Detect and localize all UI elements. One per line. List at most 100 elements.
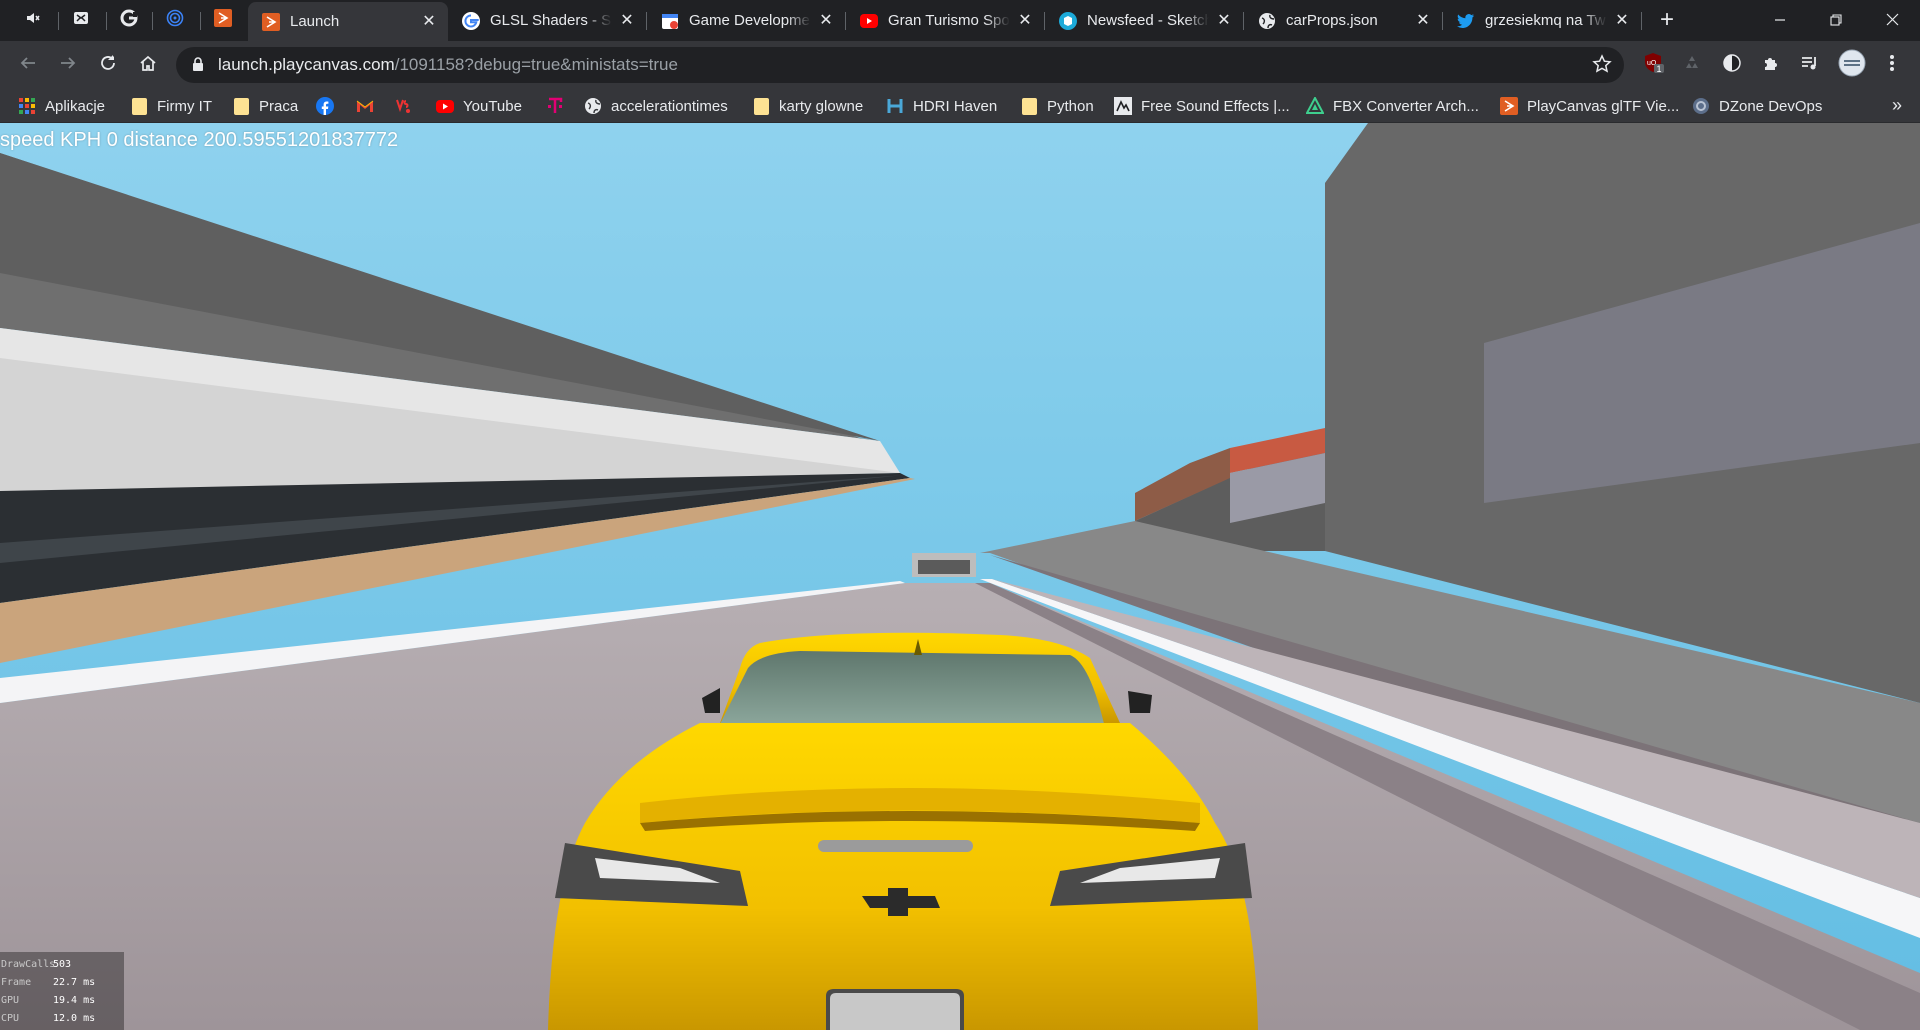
half-circle-icon (1722, 53, 1742, 78)
playcanvas-icon (262, 12, 280, 31)
kebab-menu-icon (1889, 53, 1895, 78)
pinned-tab-google[interactable] (106, 0, 152, 41)
bookmark-playcanvas-gltf-viewer[interactable]: PlayCanvas glTF Vie... (1500, 89, 1679, 123)
bookmark-facebook[interactable] (316, 89, 343, 123)
recycle-extension-button[interactable] (1680, 53, 1704, 77)
pinned-tab-playcanvas[interactable] (200, 0, 246, 41)
close-tab-icon[interactable]: ✕ (618, 12, 636, 30)
dark-mode-extension-button[interactable] (1720, 53, 1744, 77)
tab-title: Game Developme (689, 12, 810, 29)
bookmarks-bar: Aplikacje Firmy IT Praca YouTube acceler… (0, 89, 1920, 123)
playcanvas-icon (214, 9, 232, 32)
hud-speed-distance: speed KPH 0 distance 200.59551201837772 (0, 129, 399, 151)
bookmark-hdri-haven[interactable]: HDRI Haven (886, 89, 997, 123)
bookmark-fbx-converter[interactable]: FBX Converter Arch... (1306, 89, 1479, 123)
pinned-tab-mute[interactable] (10, 0, 56, 41)
tab-title: Gran Turismo Spo (888, 12, 1010, 29)
bookmark-label: FBX Converter Arch... (1333, 97, 1479, 115)
profile-avatar-button[interactable] (1838, 49, 1866, 82)
reload-icon (99, 54, 117, 77)
tab-glsl-shaders[interactable]: GLSL Shaders - Sz ✕ (448, 0, 646, 41)
bookmark-label: YouTube (463, 97, 522, 115)
tab-newsfeed-sketchfab[interactable]: Newsfeed - Sketch ✕ (1045, 0, 1243, 41)
ministat-frame: Frame 22.7 ms (1, 977, 96, 988)
bookmark-label: karty glowne (779, 97, 864, 115)
ministat-drawcalls: DrawCalls503 (1, 959, 72, 970)
avatar-icon (1838, 49, 1866, 82)
extension-badge: 1 (1656, 64, 1662, 74)
fbx-icon (1306, 97, 1324, 115)
ministats-panel: DrawCalls503 Frame 22.7 ms GPU 19.4 ms CPU… (0, 952, 124, 1030)
bookmark-accelerationtimes[interactable]: accelerationtimes (584, 89, 728, 123)
close-window-button[interactable] (1864, 0, 1920, 41)
tab-title: Newsfeed - Sketch (1087, 12, 1209, 29)
folder-icon (232, 97, 250, 115)
close-tab-icon[interactable]: ✕ (1016, 12, 1034, 30)
bookmark-label: PlayCanvas glTF Vie... (1527, 97, 1680, 115)
bookmark-dzone-devops[interactable]: DZone DevOps (1692, 89, 1822, 123)
address-bar[interactable]: launch.playcanvas.com/1091158?debug=true… (176, 47, 1624, 83)
restore-icon (1830, 10, 1842, 31)
bookmark-gmail[interactable] (356, 89, 383, 123)
bookmark-youtube[interactable]: YouTube (436, 89, 522, 123)
tab-carprops-json[interactable]: carProps.json ✕ (1244, 0, 1442, 41)
lock-icon (192, 56, 204, 77)
apps-grid-icon (18, 97, 36, 115)
ublock-extension-button[interactable]: uO 1 (1642, 52, 1666, 77)
twitter-icon (1457, 12, 1475, 30)
bookmark-free-sound-effects[interactable]: Free Sound Effects |... (1114, 89, 1290, 123)
tab-title: Launch (290, 13, 340, 30)
tab-twitter[interactable]: grzesiekmq na Tw ✕ (1443, 0, 1641, 41)
folder-icon (752, 97, 770, 115)
close-tab-icon[interactable]: ✕ (420, 13, 438, 31)
google-icon (462, 11, 480, 30)
calendar-icon (661, 12, 679, 30)
forward-button[interactable] (52, 49, 84, 81)
url-text: launch.playcanvas.com/1091158?debug=true… (218, 55, 678, 75)
bookmark-label: Praca (259, 97, 299, 115)
media-control-button[interactable] (1798, 53, 1822, 77)
vs-icon (396, 97, 414, 115)
bookmark-folder-python[interactable]: Python (1020, 89, 1094, 123)
game-canvas[interactable]: speed KPH 0 distance 200.59551201837772 … (0, 123, 1920, 1030)
gmail-icon (356, 97, 374, 115)
new-tab-button[interactable]: + (1652, 6, 1682, 36)
globe-icon (584, 97, 602, 115)
pinned-tab-mail[interactable] (58, 0, 104, 41)
folder-icon (130, 97, 148, 115)
bookmark-folder-karty-glowne[interactable]: karty glowne (752, 89, 863, 123)
distant-gate (912, 553, 976, 577)
reload-button[interactable] (92, 49, 124, 81)
bookmark-folder-praca[interactable]: Praca (232, 89, 298, 123)
pinned-tab-target[interactable] (152, 0, 198, 41)
bookmarks-overflow-button[interactable]: » (1892, 95, 1902, 116)
tab-gran-turismo[interactable]: Gran Turismo Spo ✕ (846, 0, 1044, 41)
recycle-icon (1682, 53, 1702, 78)
puzzle-icon (1762, 53, 1782, 78)
bookmark-label: HDRI Haven (913, 97, 998, 115)
bookmark-vs[interactable] (396, 89, 423, 123)
bookmark-apps[interactable]: Aplikacje (18, 89, 105, 123)
tab-game-development[interactable]: Game Developme ✕ (647, 0, 845, 41)
dzone-icon (1692, 97, 1710, 115)
tab-launch[interactable]: Launch ✕ (248, 2, 448, 41)
close-tab-icon[interactable]: ✕ (1613, 12, 1631, 30)
restore-button[interactable] (1808, 0, 1864, 41)
close-tab-icon[interactable]: ✕ (817, 12, 835, 30)
tab-title: GLSL Shaders - Sz (490, 12, 612, 29)
extensions-button[interactable] (1760, 53, 1784, 77)
hdri-icon (886, 97, 904, 115)
google-icon (120, 9, 138, 32)
close-tab-icon[interactable]: ✕ (1414, 12, 1432, 30)
arrow-right-icon (59, 54, 77, 77)
minimize-button[interactable] (1752, 0, 1808, 41)
folder-icon (1020, 97, 1038, 115)
browser-menu-button[interactable] (1880, 53, 1904, 77)
close-tab-icon[interactable]: ✕ (1215, 12, 1233, 30)
bookmark-folder-firmy-it[interactable]: Firmy IT (130, 89, 212, 123)
bookmark-tmobile[interactable] (546, 89, 573, 123)
home-button[interactable] (132, 49, 164, 81)
tmobile-icon (546, 97, 564, 115)
bookmark-star-icon[interactable] (1592, 54, 1612, 79)
back-button[interactable] (12, 49, 44, 81)
